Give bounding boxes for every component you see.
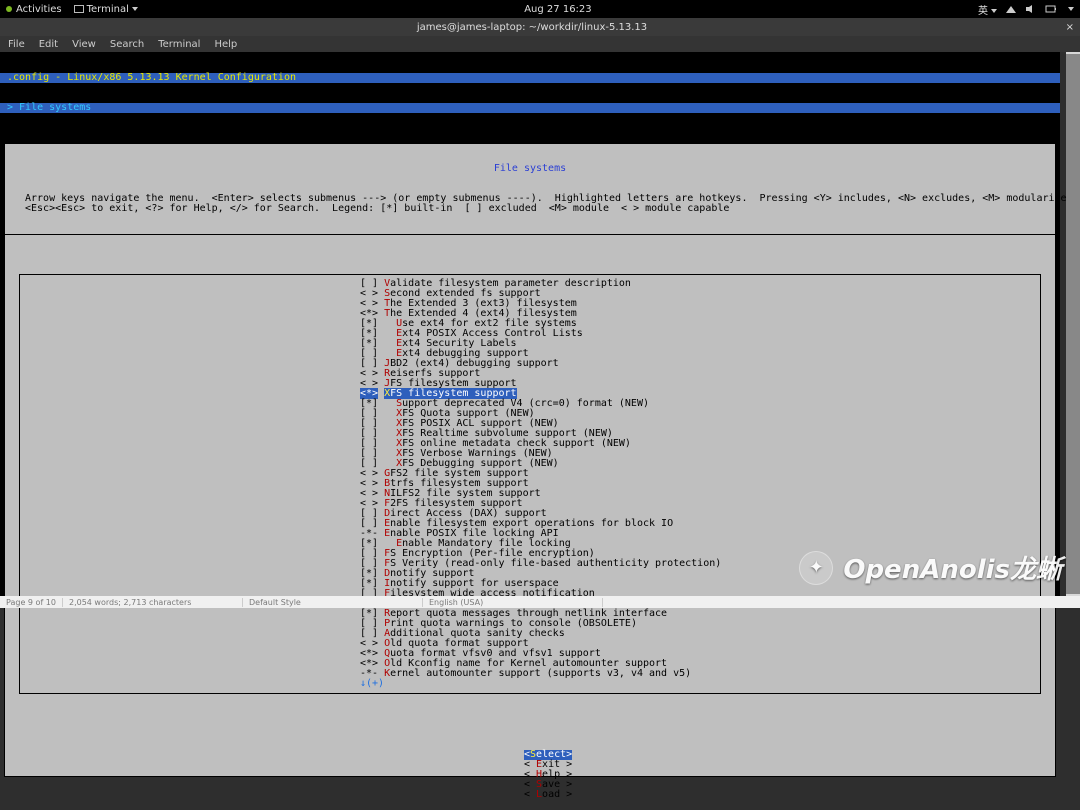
terminal-menubar: File Edit View Search Terminal Help <box>0 36 1080 52</box>
option-item[interactable]: [*] Ext4 POSIX Access Control Lists <box>20 329 1040 339</box>
option-item[interactable]: [ ] XFS Debugging support (NEW) <box>20 459 1040 469</box>
chevron-down-icon <box>1068 7 1074 11</box>
bg-page: Page 9 of 10 <box>0 598 63 607</box>
active-app[interactable]: Terminal <box>74 4 138 15</box>
panel-title: File systems <box>5 164 1055 174</box>
option-item[interactable]: -*- Kernel automounter support (supports… <box>20 669 1040 679</box>
menu-view[interactable]: View <box>72 39 96 50</box>
terminal-body[interactable]: .config - Linux/x86 5.13.13 Kernel Confi… <box>0 52 1060 597</box>
config-breadcrumb: > File systems <box>5 103 93 113</box>
option-item[interactable]: [*] Ext4 Security Labels <box>20 339 1040 349</box>
terminal-scrollbar[interactable] <box>1066 52 1080 596</box>
option-item[interactable]: < > Old quota format support <box>20 639 1040 649</box>
more-indicator: ↓(+) <box>20 679 1040 689</box>
background-statusbar: Page 9 of 10 2,054 words; 2,713 characte… <box>0 596 1080 608</box>
button-row: <Select> < Exit > < Help > < Save > < Lo… <box>5 738 1055 752</box>
option-item[interactable]: < > NILFS2 file system support <box>20 489 1040 499</box>
volume-icon[interactable] <box>1025 4 1037 14</box>
watermark: ✦ OpenAnolis龙蜥 <box>799 549 1062 586</box>
window-title: james@james-laptop: ~/workdir/linux-5.13… <box>6 22 1058 33</box>
menu-help[interactable]: Help <box>214 39 237 50</box>
clock[interactable]: Aug 27 16:23 <box>138 4 978 15</box>
option-item[interactable]: < > JFS filesystem support <box>20 379 1040 389</box>
option-item[interactable]: [ ] Additional quota sanity checks <box>20 629 1040 639</box>
menu-file[interactable]: File <box>8 39 25 50</box>
config-title: .config - Linux/x86 5.13.13 Kernel Confi… <box>5 73 298 83</box>
window-close-button[interactable]: × <box>1058 22 1074 33</box>
scrollbar-thumb[interactable] <box>1066 54 1080 594</box>
activities-icon <box>6 6 12 12</box>
network-icon[interactable] <box>1005 4 1017 14</box>
bg-style: Default Style <box>243 598 423 607</box>
wechat-icon: ✦ <box>799 551 833 585</box>
activities-button[interactable]: Activities <box>6 4 62 15</box>
option-item[interactable]: <*> Quota format vfsv0 and vfsv1 support <box>20 649 1040 659</box>
panel-help: Arrow keys navigate the menu. <Enter> se… <box>5 194 1055 214</box>
battery-icon[interactable] <box>1045 4 1057 14</box>
option-list[interactable]: [ ] Validate filesystem parameter descri… <box>19 274 1041 694</box>
bg-words: 2,054 words; 2,713 characters <box>63 598 243 607</box>
option-item[interactable]: [ ] Print quota warnings to console (OBS… <box>20 619 1040 629</box>
menu-search[interactable]: Search <box>110 39 144 50</box>
chevron-down-icon <box>991 9 997 13</box>
option-item[interactable]: <*> Old Kconfig name for Kernel automoun… <box>20 659 1040 669</box>
menu-terminal[interactable]: Terminal <box>158 39 200 50</box>
option-item[interactable]: < > Reiserfs support <box>20 369 1040 379</box>
window-titlebar[interactable]: james@james-laptop: ~/workdir/linux-5.13… <box>0 18 1080 36</box>
option-item[interactable]: < > GFS2 file system support <box>20 469 1040 479</box>
load-button[interactable]: < Load > <box>524 790 572 800</box>
terminal-icon <box>74 5 84 13</box>
menuconfig-panel: File systems Arrow keys navigate the men… <box>4 143 1056 777</box>
separator <box>5 234 1055 244</box>
desktop-topbar: Activities Terminal Aug 27 16:23 英 <box>0 0 1080 18</box>
system-tray[interactable]: 英 <box>978 2 1074 17</box>
option-item[interactable]: [ ] JBD2 (ext4) debugging support <box>20 359 1040 369</box>
option-item[interactable]: [*] Report quota messages through netlin… <box>20 609 1040 619</box>
menu-edit[interactable]: Edit <box>39 39 58 50</box>
bg-lang: English (USA) <box>423 598 603 607</box>
input-method[interactable]: 英 <box>978 2 997 17</box>
